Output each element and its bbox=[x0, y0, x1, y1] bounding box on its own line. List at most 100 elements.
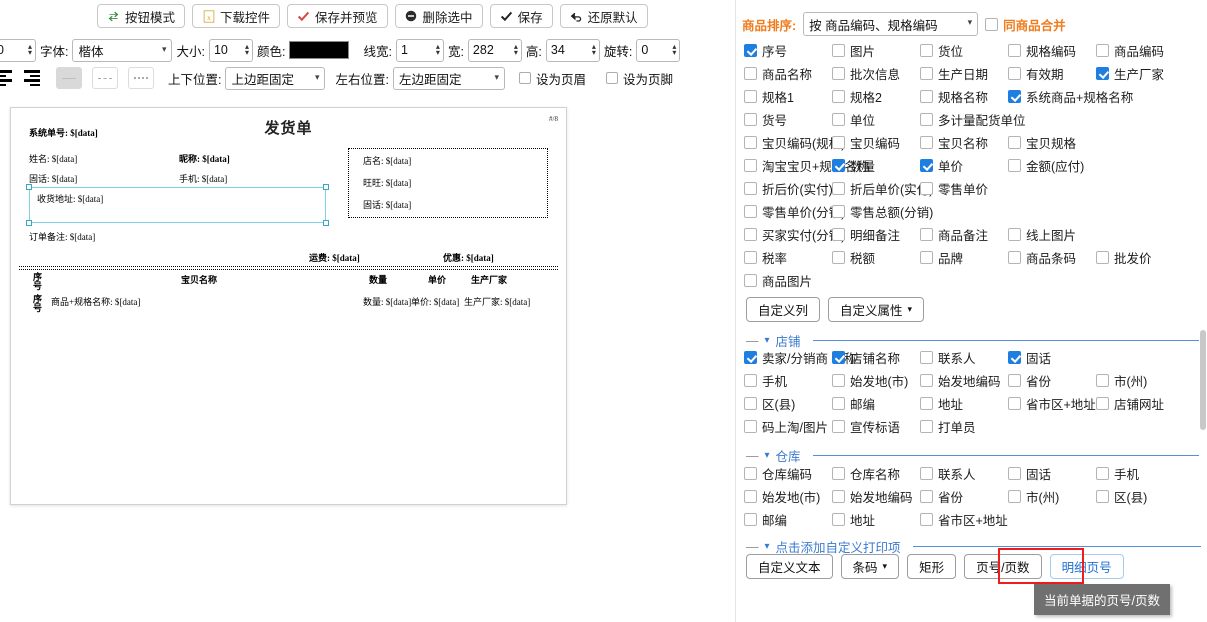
checkbox-box[interactable] bbox=[744, 490, 757, 503]
field-checkbox-宝贝规格[interactable]: 宝贝规格 bbox=[1008, 133, 1076, 152]
checkbox-box[interactable] bbox=[1096, 397, 1109, 410]
field-checkbox-宝贝编码[interactable]: 宝贝编码 bbox=[832, 133, 900, 152]
field-checkbox-明细备注[interactable]: 明细备注 bbox=[832, 225, 900, 244]
field-checkbox-单位[interactable]: 单位 bbox=[832, 110, 875, 129]
spinner-arrows-icon[interactable]: ▴ ▾ bbox=[28, 43, 32, 57]
field-checkbox-商品编码[interactable]: 商品编码 bbox=[1096, 41, 1164, 60]
font-size-spinner[interactable]: 10 ▴ ▾ bbox=[208, 38, 253, 62]
font-family-select[interactable]: 楷体 ▾ bbox=[72, 38, 173, 62]
button-mode-button[interactable]: 按钮模式 bbox=[97, 4, 186, 28]
custom-attribute-button[interactable]: 自定义属性 ▾ bbox=[828, 297, 925, 322]
checkbox-box[interactable] bbox=[920, 136, 933, 149]
checkbox-box[interactable] bbox=[518, 72, 531, 84]
field-checkbox-规格编码[interactable]: 规格编码 bbox=[1008, 41, 1076, 60]
line-dotted-button[interactable] bbox=[128, 67, 154, 89]
checkbox-box[interactable] bbox=[832, 351, 845, 364]
field-checkbox-规格1[interactable]: 规格1 bbox=[744, 87, 794, 106]
checkbox-box[interactable] bbox=[1008, 136, 1021, 149]
checkbox-box[interactable] bbox=[744, 374, 757, 387]
checkbox-box[interactable] bbox=[1008, 251, 1021, 264]
download-control-button[interactable]: x 下载控件 bbox=[192, 4, 281, 28]
field-checkbox-区(县)[interactable]: 区(县) bbox=[744, 394, 795, 413]
checkbox-box[interactable] bbox=[1008, 374, 1021, 387]
checkbox-box[interactable] bbox=[744, 159, 757, 172]
checkbox-box[interactable] bbox=[920, 397, 933, 410]
checkbox-box[interactable] bbox=[920, 251, 933, 264]
checkbox-box[interactable] bbox=[744, 274, 757, 287]
field-checkbox-折后价(实付)[interactable]: 折后价(实付) bbox=[744, 179, 833, 198]
field-checkbox-联系人[interactable]: 联系人 bbox=[920, 464, 976, 483]
checkbox-box[interactable] bbox=[744, 136, 757, 149]
leading-spinner[interactable]: 0 ▴ ▾ bbox=[0, 38, 36, 62]
checkbox-box[interactable] bbox=[920, 159, 933, 172]
custom-column-button[interactable]: 自定义列 bbox=[746, 297, 821, 322]
line-width-spinner[interactable]: 1 ▴ ▾ bbox=[395, 38, 444, 62]
field-checkbox-税额[interactable]: 税额 bbox=[832, 248, 875, 267]
field-checkbox-邮编[interactable]: 邮编 bbox=[832, 394, 875, 413]
spinner-arrows-icon[interactable]: ▴ ▾ bbox=[514, 43, 518, 57]
field-discount[interactable]: 优惠: $[data] bbox=[443, 251, 494, 264]
field-checkbox-仓库编码[interactable]: 仓库编码 bbox=[744, 464, 812, 483]
checkbox-box[interactable] bbox=[1008, 159, 1021, 172]
checkbox-box[interactable] bbox=[744, 113, 757, 126]
field-shop-name[interactable]: 店名: $[data] bbox=[363, 154, 411, 167]
field-nickname[interactable]: 昵称: $[data] bbox=[179, 152, 230, 165]
field-checkbox-金额(应付)[interactable]: 金额(应付) bbox=[1008, 156, 1084, 175]
field-checkbox-零售单价(分销)[interactable]: 零售单价(分销) bbox=[744, 202, 845, 221]
checkbox-box[interactable] bbox=[744, 467, 757, 480]
field-checkbox-省份[interactable]: 省份 bbox=[1008, 371, 1051, 390]
checkbox-box[interactable] bbox=[1008, 90, 1021, 103]
field-checkbox-始发地编码[interactable]: 始发地编码 bbox=[832, 487, 913, 506]
field-checkbox-宝贝名称[interactable]: 宝贝名称 bbox=[920, 133, 988, 152]
checkbox-box[interactable] bbox=[1008, 67, 1021, 80]
checkbox-box[interactable] bbox=[744, 205, 757, 218]
checkbox-box[interactable] bbox=[920, 67, 933, 80]
checkbox-box[interactable] bbox=[832, 159, 845, 172]
horizontal-position-select[interactable]: 左边距固定 ▾ bbox=[392, 66, 505, 90]
panel-scrollbar[interactable] bbox=[1199, 330, 1207, 485]
field-checkbox-零售总额(分销)[interactable]: 零售总额(分销) bbox=[832, 202, 933, 221]
checkbox-box[interactable] bbox=[1096, 467, 1109, 480]
field-checkbox-固话[interactable]: 固话 bbox=[1008, 464, 1051, 483]
field-checkbox-折后单价(实付)[interactable]: 折后单价(实付) bbox=[832, 179, 933, 198]
field-checkbox-固话[interactable]: 固话 bbox=[1008, 348, 1051, 367]
print-item-button-条码[interactable]: 条码 ▾ bbox=[840, 554, 900, 579]
chevron-down-icon[interactable]: ▾ bbox=[765, 450, 770, 461]
field-checkbox-省份[interactable]: 省份 bbox=[920, 487, 963, 506]
checkbox-box[interactable] bbox=[744, 44, 757, 57]
field-checkbox-手机[interactable]: 手机 bbox=[744, 371, 787, 390]
field-checkbox-商品图片[interactable]: 商品图片 bbox=[744, 271, 812, 290]
print-item-button-矩形[interactable]: 矩形 bbox=[907, 554, 957, 579]
field-checkbox-省市区+地址[interactable]: 省市区+地址 bbox=[1008, 394, 1096, 413]
checkbox-box[interactable] bbox=[744, 513, 757, 526]
product-sort-select[interactable]: 按 商品编码、规格编码 ▾ bbox=[803, 12, 979, 36]
resize-handle-tl[interactable] bbox=[26, 184, 32, 190]
checkbox-box[interactable] bbox=[832, 205, 845, 218]
field-checkbox-图片[interactable]: 图片 bbox=[832, 41, 875, 60]
document-preview-canvas[interactable]: 发货单 #/8 系统单号: $[data] 姓名: $[data] 昵称: $[… bbox=[10, 107, 567, 505]
checkbox-box[interactable] bbox=[920, 228, 933, 241]
checkbox-box[interactable] bbox=[1008, 397, 1021, 410]
field-checkbox-货位[interactable]: 货位 bbox=[920, 41, 963, 60]
checkbox-box[interactable] bbox=[920, 90, 933, 103]
field-checkbox-批发价[interactable]: 批发价 bbox=[1096, 248, 1152, 267]
checkbox-box[interactable] bbox=[832, 136, 845, 149]
checkbox-box[interactable] bbox=[1008, 228, 1021, 241]
field-checkbox-规格名称[interactable]: 规格名称 bbox=[920, 87, 988, 106]
field-tel[interactable]: 固话: $[data] bbox=[29, 172, 77, 185]
checkbox-box[interactable] bbox=[744, 182, 757, 195]
field-checkbox-多计量配货单位[interactable]: 多计量配货单位 bbox=[920, 110, 1026, 129]
field-checkbox-联系人[interactable]: 联系人 bbox=[920, 348, 976, 367]
checkbox-box[interactable] bbox=[920, 490, 933, 503]
checkbox-box[interactable] bbox=[920, 113, 933, 126]
checkbox-box[interactable] bbox=[832, 67, 845, 80]
field-checkbox-生产日期[interactable]: 生产日期 bbox=[920, 64, 988, 83]
field-checkbox-邮编[interactable]: 邮编 bbox=[744, 510, 787, 529]
panel-scrollbar-thumb[interactable] bbox=[1200, 330, 1206, 430]
field-checkbox-商品条码[interactable]: 商品条码 bbox=[1008, 248, 1076, 267]
field-checkbox-省市区+地址[interactable]: 省市区+地址 bbox=[920, 510, 1008, 529]
field-checkbox-店铺名称[interactable]: 店铺名称 bbox=[832, 348, 900, 367]
checkbox-box[interactable] bbox=[1096, 374, 1109, 387]
field-checkbox-品牌[interactable]: 品牌 bbox=[920, 248, 963, 267]
checkbox-box[interactable] bbox=[1008, 490, 1021, 503]
